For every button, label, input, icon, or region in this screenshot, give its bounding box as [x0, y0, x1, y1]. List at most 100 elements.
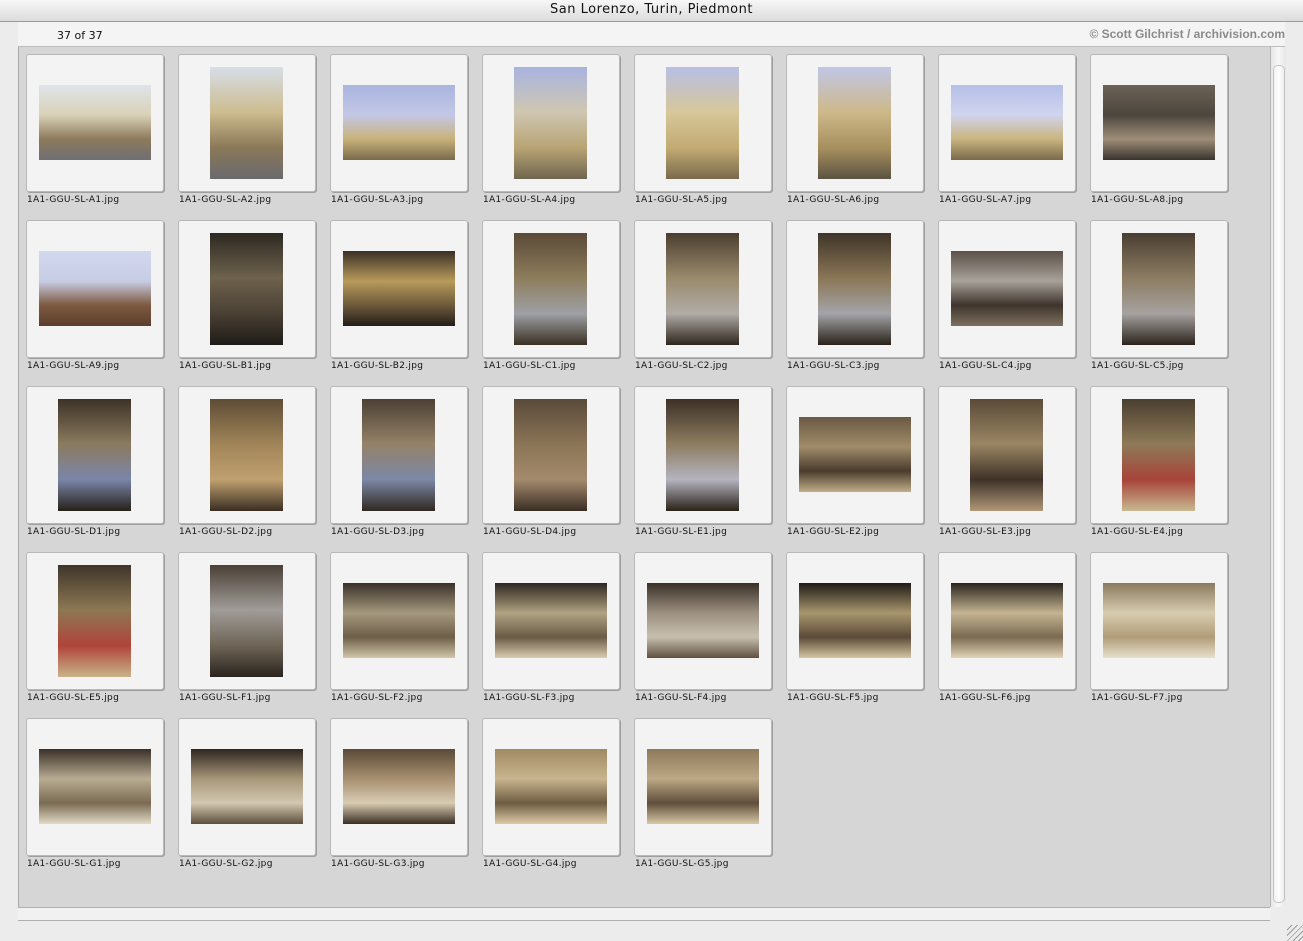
- photo-thumbnail[interactable]: [970, 399, 1043, 511]
- photo-thumbnail[interactable]: [495, 749, 607, 824]
- slide-item[interactable]: 1A1-GGU-SL-A1.jpg: [19, 47, 164, 205]
- slide-mount[interactable]: [178, 54, 316, 192]
- slide-item[interactable]: 1A1-GGU-SL-C3.jpg: [779, 213, 924, 371]
- slide-item[interactable]: 1A1-GGU-SL-E2.jpg: [779, 379, 924, 537]
- slide-item[interactable]: 1A1-GGU-SL-F1.jpg: [171, 545, 316, 703]
- photo-thumbnail[interactable]: [210, 233, 283, 345]
- photo-thumbnail[interactable]: [210, 565, 283, 677]
- slide-item[interactable]: 1A1-GGU-SL-D1.jpg: [19, 379, 164, 537]
- slide-item[interactable]: 1A1-GGU-SL-G2.jpg: [171, 711, 316, 869]
- slide-item[interactable]: 1A1-GGU-SL-G5.jpg: [627, 711, 772, 869]
- slide-mount[interactable]: [482, 718, 620, 856]
- photo-thumbnail[interactable]: [799, 417, 911, 492]
- photo-thumbnail[interactable]: [1103, 85, 1215, 160]
- slide-mount[interactable]: [482, 552, 620, 690]
- slide-item[interactable]: 1A1-GGU-SL-F5.jpg: [779, 545, 924, 703]
- photo-thumbnail[interactable]: [362, 399, 435, 511]
- photo-thumbnail[interactable]: [343, 251, 455, 326]
- slide-item[interactable]: 1A1-GGU-SL-A7.jpg: [931, 47, 1076, 205]
- slide-item[interactable]: 1A1-GGU-SL-A9.jpg: [19, 213, 164, 371]
- slide-item[interactable]: 1A1-GGU-SL-G3.jpg: [323, 711, 468, 869]
- slide-mount[interactable]: [634, 552, 772, 690]
- slide-mount[interactable]: [330, 718, 468, 856]
- slide-item[interactable]: 1A1-GGU-SL-A4.jpg: [475, 47, 620, 205]
- slide-mount[interactable]: [26, 386, 164, 524]
- thumbnail-grid-pane[interactable]: 1A1-GGU-SL-A1.jpg 1A1-GGU-SL-A2.jpg 1A1-GG…: [18, 47, 1271, 907]
- photo-thumbnail[interactable]: [495, 583, 607, 658]
- slide-mount[interactable]: [786, 552, 924, 690]
- photo-thumbnail[interactable]: [343, 85, 455, 160]
- slide-item[interactable]: 1A1-GGU-SL-E4.jpg: [1083, 379, 1228, 537]
- window-title-bar[interactable]: San Lorenzo, Turin, Piedmont: [0, 0, 1303, 22]
- slide-item[interactable]: 1A1-GGU-SL-B2.jpg: [323, 213, 468, 371]
- resize-grip-icon[interactable]: [1287, 925, 1303, 941]
- slide-item[interactable]: 1A1-GGU-SL-A8.jpg: [1083, 47, 1228, 205]
- slide-mount[interactable]: [482, 220, 620, 358]
- photo-thumbnail[interactable]: [58, 399, 131, 511]
- photo-thumbnail[interactable]: [951, 251, 1063, 326]
- slide-mount[interactable]: [786, 386, 924, 524]
- slide-mount[interactable]: [786, 220, 924, 358]
- slide-item[interactable]: 1A1-GGU-SL-A3.jpg: [323, 47, 468, 205]
- photo-thumbnail[interactable]: [514, 399, 587, 511]
- slide-mount[interactable]: [1090, 220, 1228, 358]
- photo-thumbnail[interactable]: [951, 583, 1063, 658]
- photo-thumbnail[interactable]: [210, 67, 283, 179]
- photo-thumbnail[interactable]: [1122, 399, 1195, 511]
- slide-mount[interactable]: [786, 54, 924, 192]
- slide-item[interactable]: 1A1-GGU-SL-F3.jpg: [475, 545, 620, 703]
- slide-mount[interactable]: [634, 220, 772, 358]
- slide-item[interactable]: 1A1-GGU-SL-A6.jpg: [779, 47, 924, 205]
- slide-item[interactable]: 1A1-GGU-SL-E5.jpg: [19, 545, 164, 703]
- photo-thumbnail[interactable]: [1103, 583, 1215, 658]
- slide-mount[interactable]: [26, 54, 164, 192]
- photo-thumbnail[interactable]: [39, 85, 151, 160]
- slide-item[interactable]: 1A1-GGU-SL-D4.jpg: [475, 379, 620, 537]
- photo-thumbnail[interactable]: [951, 85, 1063, 160]
- slide-mount[interactable]: [1090, 386, 1228, 524]
- slide-mount[interactable]: [634, 54, 772, 192]
- slide-mount[interactable]: [482, 54, 620, 192]
- photo-thumbnail[interactable]: [39, 251, 151, 326]
- slide-item[interactable]: 1A1-GGU-SL-G1.jpg: [19, 711, 164, 869]
- slide-mount[interactable]: [938, 54, 1076, 192]
- slide-item[interactable]: 1A1-GGU-SL-A2.jpg: [171, 47, 316, 205]
- slide-item[interactable]: 1A1-GGU-SL-B1.jpg: [171, 213, 316, 371]
- photo-thumbnail[interactable]: [514, 67, 587, 179]
- slide-item[interactable]: 1A1-GGU-SL-D3.jpg: [323, 379, 468, 537]
- slide-mount[interactable]: [634, 718, 772, 856]
- slide-mount[interactable]: [178, 552, 316, 690]
- photo-thumbnail[interactable]: [818, 67, 891, 179]
- slide-mount[interactable]: [1090, 54, 1228, 192]
- slide-item[interactable]: 1A1-GGU-SL-C4.jpg: [931, 213, 1076, 371]
- slide-item[interactable]: 1A1-GGU-SL-G4.jpg: [475, 711, 620, 869]
- slide-mount[interactable]: [938, 386, 1076, 524]
- photo-thumbnail[interactable]: [343, 749, 455, 824]
- scrollbar-thumb[interactable]: [1273, 65, 1285, 903]
- photo-thumbnail[interactable]: [666, 399, 739, 511]
- slide-mount[interactable]: [634, 386, 772, 524]
- photo-thumbnail[interactable]: [210, 399, 283, 511]
- slide-item[interactable]: 1A1-GGU-SL-D2.jpg: [171, 379, 316, 537]
- slide-mount[interactable]: [482, 386, 620, 524]
- slide-mount[interactable]: [26, 220, 164, 358]
- slide-mount[interactable]: [330, 552, 468, 690]
- photo-thumbnail[interactable]: [666, 233, 739, 345]
- slide-item[interactable]: 1A1-GGU-SL-E1.jpg: [627, 379, 772, 537]
- photo-thumbnail[interactable]: [1122, 233, 1195, 345]
- photo-thumbnail[interactable]: [647, 583, 759, 658]
- photo-thumbnail[interactable]: [39, 749, 151, 824]
- slide-item[interactable]: 1A1-GGU-SL-E3.jpg: [931, 379, 1076, 537]
- slide-item[interactable]: 1A1-GGU-SL-C5.jpg: [1083, 213, 1228, 371]
- vertical-scrollbar[interactable]: [1270, 47, 1286, 907]
- slide-mount[interactable]: [1090, 552, 1228, 690]
- slide-item[interactable]: 1A1-GGU-SL-C2.jpg: [627, 213, 772, 371]
- slide-item[interactable]: 1A1-GGU-SL-F7.jpg: [1083, 545, 1228, 703]
- photo-thumbnail[interactable]: [818, 233, 891, 345]
- slide-item[interactable]: 1A1-GGU-SL-A5.jpg: [627, 47, 772, 205]
- photo-thumbnail[interactable]: [191, 749, 303, 824]
- slide-mount[interactable]: [938, 552, 1076, 690]
- slide-mount[interactable]: [330, 220, 468, 358]
- horizontal-scrollbar[interactable]: [18, 907, 1270, 921]
- slide-item[interactable]: 1A1-GGU-SL-F2.jpg: [323, 545, 468, 703]
